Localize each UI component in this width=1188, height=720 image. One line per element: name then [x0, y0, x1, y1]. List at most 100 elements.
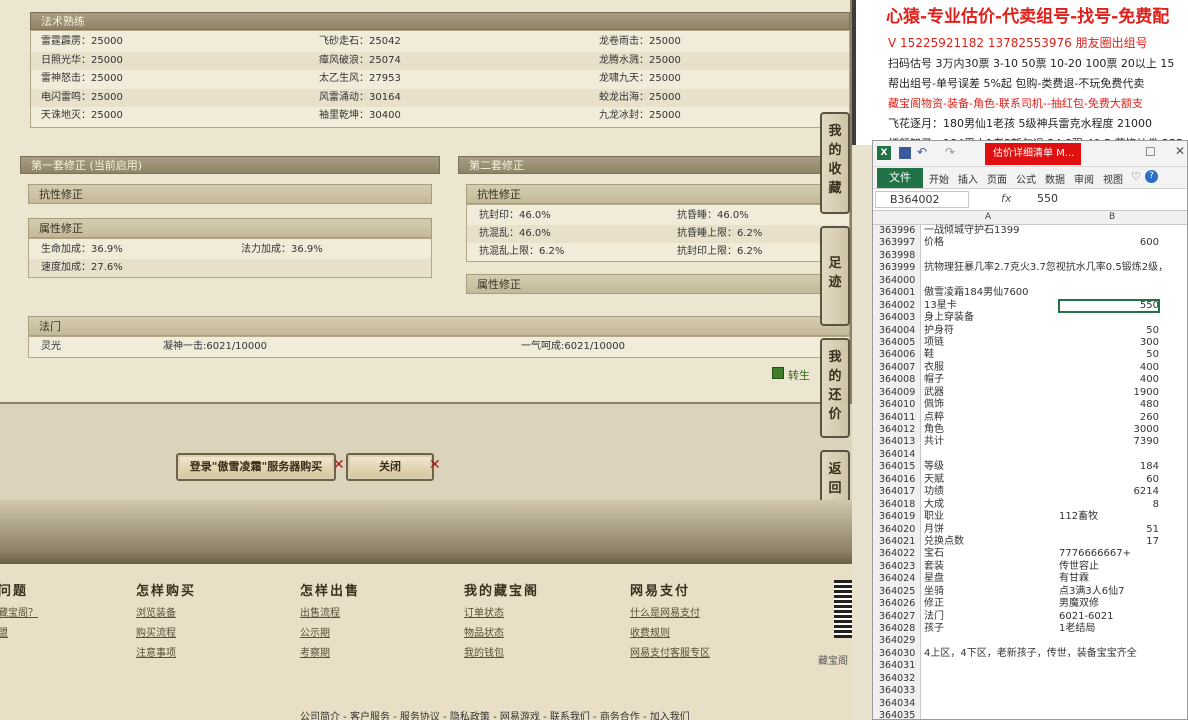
cell-b[interactable]: 7776666667+	[1059, 548, 1159, 560]
footer-link[interactable]: 考察期	[300, 644, 330, 659]
row-number[interactable]: 364005	[873, 336, 921, 350]
sheet-row[interactable]: 364025 坐骑 点3满3人6仙7	[873, 585, 1187, 599]
cell-a[interactable]: 鞋	[923, 349, 1055, 361]
cell-a[interactable]: 帽子	[923, 374, 1055, 386]
cell-b[interactable]: 7390	[1059, 436, 1159, 448]
row-number[interactable]: 364006	[873, 349, 921, 362]
cell-a[interactable]: 套装	[923, 561, 1055, 573]
cell-b[interactable]: 480	[1059, 399, 1159, 411]
sheet-row[interactable]: 364004 护身符 50	[873, 324, 1187, 337]
save-icon[interactable]	[899, 147, 911, 159]
sheet-row[interactable]: 364033	[873, 685, 1187, 698]
row-number[interactable]: 364034	[873, 697, 921, 711]
cell-b[interactable]: 550	[1058, 298, 1160, 314]
redo-icon[interactable]: ↷	[945, 145, 955, 159]
cell-a[interactable]: 大成	[923, 499, 1055, 511]
sheet-row[interactable]: 364030 4上区，4下区，老新孩子，传世，装备宝宝齐全	[873, 647, 1187, 661]
row-number[interactable]: 364002	[873, 299, 921, 313]
cell-a[interactable]: 傲雪凌霜184男仙7600	[923, 287, 1055, 299]
formula-input[interactable]: 550	[1037, 192, 1058, 205]
footer-link[interactable]: 物品状态	[464, 624, 504, 639]
sheet-row[interactable]: 364029	[873, 635, 1187, 648]
cell-a[interactable]: 武器	[923, 387, 1055, 399]
cell-b[interactable]: 260	[1059, 412, 1159, 424]
row-number[interactable]: 364021	[873, 535, 921, 549]
row-number[interactable]: 364014	[873, 448, 921, 462]
cell-a[interactable]: 一战倾城守护石1399	[923, 225, 1055, 237]
row-number[interactable]: 364008	[873, 374, 921, 387]
footer-link[interactable]: 我的钱包	[464, 644, 504, 659]
sheet-row[interactable]: 364002 13星卡 550	[873, 298, 1187, 314]
cell-b[interactable]: 17	[1059, 536, 1159, 548]
cell-a[interactable]: 项链	[923, 337, 1055, 349]
cell-b[interactable]: 184	[1059, 461, 1159, 473]
sheet-row[interactable]: 364020 月饼 51	[873, 523, 1187, 536]
footer-link[interactable]: 盟	[0, 624, 8, 639]
cell-a[interactable]: 法门	[923, 611, 1055, 623]
footer-link[interactable]: 注意事项	[136, 644, 176, 659]
row-number[interactable]: 364009	[873, 386, 921, 400]
row-number[interactable]: 364013	[873, 436, 921, 449]
cell-b[interactable]: 50	[1059, 349, 1159, 361]
row-number[interactable]: 364023	[873, 560, 921, 574]
footer-link[interactable]: 网易支付客服专区	[630, 644, 710, 659]
cell-b[interactable]: 1老结局	[1059, 623, 1159, 635]
sheet-row[interactable]: 364024 星盘 有甘霖	[873, 573, 1187, 586]
cell-b[interactable]: 400	[1059, 362, 1159, 374]
row-number[interactable]: 364007	[873, 361, 921, 375]
sheet-row[interactable]: 364005 项链 300	[873, 336, 1187, 350]
footer-link[interactable]: 什么是网易支付	[630, 604, 700, 619]
sheet-row[interactable]: 364035	[873, 710, 1187, 719]
sheet-row[interactable]: 364034	[873, 697, 1187, 711]
cell-b[interactable]: 男魔双修	[1059, 598, 1159, 610]
row-number[interactable]: 363998	[873, 249, 921, 263]
cell-b[interactable]: 300	[1059, 337, 1159, 349]
ribbon-tab[interactable]: 插入	[958, 171, 978, 186]
footer-bottom-links[interactable]: 公司简介 - 客户服务 - 服务协议 - 隐私政策 - 网易游戏 - 联系我们 …	[300, 708, 690, 720]
row-number[interactable]: 364029	[873, 635, 921, 648]
cell-b[interactable]: 50	[1059, 325, 1159, 337]
cell-b[interactable]: 1900	[1059, 387, 1159, 399]
cell-b[interactable]: 600	[1059, 237, 1159, 249]
sheet-row[interactable]: 364011 点粹 260	[873, 411, 1187, 424]
ribbon-tab[interactable]: 审阅	[1074, 171, 1094, 186]
row-number[interactable]: 364026	[873, 598, 921, 611]
tab-file[interactable]: 文件	[877, 168, 923, 188]
row-number[interactable]: 364024	[873, 573, 921, 586]
row-number[interactable]: 364032	[873, 672, 921, 686]
ribbon-tab[interactable]: 开始	[929, 171, 949, 186]
transfer-link[interactable]: 转生	[788, 367, 810, 383]
footer-link[interactable]: 浏览装备	[136, 604, 176, 619]
footer-link[interactable]: 订单状态	[464, 604, 504, 619]
cell-b[interactable]: 6021-6021	[1059, 611, 1159, 623]
side-tab-counteroffer[interactable]: 我的还价	[820, 338, 850, 438]
footer-link[interactable]: 出售流程	[300, 604, 340, 619]
undo-icon[interactable]: ↶	[917, 145, 927, 159]
cell-a[interactable]: 13星卡	[923, 300, 1055, 312]
row-number[interactable]: 364010	[873, 399, 921, 412]
close-icon[interactable]: ✕	[1175, 144, 1185, 158]
cell-b[interactable]: 有甘霖	[1059, 573, 1159, 585]
cell-a[interactable]: 职业	[923, 511, 1055, 523]
footer-link[interactable]: 收费规则	[630, 624, 670, 639]
row-number[interactable]: 364017	[873, 486, 921, 499]
cell-b[interactable]: 112畜牧	[1059, 511, 1159, 523]
cell-a[interactable]: 点粹	[923, 412, 1055, 424]
cell-a[interactable]: 4上区，4下区，老新孩子，传世，装备宝宝齐全	[923, 648, 1137, 660]
cell-a[interactable]: 佩饰	[923, 399, 1055, 411]
function-icon[interactable]: fx	[1001, 192, 1011, 205]
login-server-buy-button[interactable]: 登录"傲雪凌霜"服务器购买	[176, 453, 336, 481]
row-number[interactable]: 364028	[873, 623, 921, 636]
cell-a[interactable]: 坐骑	[923, 586, 1055, 598]
close-button[interactable]: 关闭	[346, 453, 434, 481]
row-number[interactable]: 364019	[873, 511, 921, 524]
footer-link[interactable]: 藏宝阁？	[0, 604, 38, 619]
sheet-row[interactable]: 364003 身上穿装备	[873, 312, 1187, 325]
cell-b[interactable]: 8	[1059, 499, 1159, 511]
sheet-row[interactable]: 364013 共计 7390	[873, 436, 1187, 449]
sheet-row[interactable]: 363999 抗物理狂暴几率2.7克火3.7忽视抗水几率0.5锻炼2级，	[873, 262, 1187, 275]
row-number[interactable]: 364031	[873, 660, 921, 673]
sheet-row[interactable]: 364026 修正 男魔双修	[873, 598, 1187, 611]
row-number[interactable]: 364033	[873, 685, 921, 698]
sheet-row[interactable]: 364019 职业 112畜牧	[873, 511, 1187, 524]
